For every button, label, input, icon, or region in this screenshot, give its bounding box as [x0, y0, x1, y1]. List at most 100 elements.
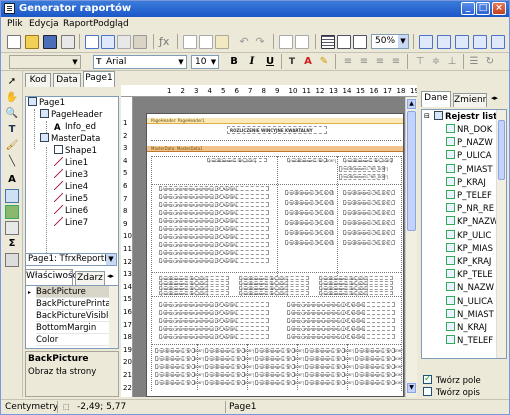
- report-field[interactable]: [frxDBDataset1."NR_DOK"]: [285, 210, 334, 215]
- page-header-band[interactable]: PageHeader: PageHeader1 ROZLICZENIE WINC…: [147, 118, 403, 148]
- report-line[interactable]: [151, 344, 401, 345]
- report-line[interactable]: [151, 184, 401, 185]
- align-left-icon[interactable]: [419, 35, 433, 49]
- text-align-left-icon[interactable]: ≡: [341, 55, 355, 69]
- report-field[interactable]: [frxDBDataset1."NR_DOK"]: [239, 281, 309, 286]
- tree-node[interactable]: Line7: [54, 217, 88, 229]
- tab-kod[interactable]: Kod: [25, 73, 51, 87]
- vertical-scrollbar[interactable]: ▲ ▼: [405, 97, 417, 397]
- report-field[interactable]: [frxDBDataset1."NR_DOK"]: [355, 372, 403, 377]
- tab-events[interactable]: Zdarz: [75, 271, 105, 285]
- report-line[interactable]: [277, 156, 278, 276]
- report-field[interactable]: [frxDBDataset1."NR_DOK"]: [239, 276, 309, 281]
- new-page-icon[interactable]: [85, 35, 99, 49]
- report-field[interactable]: [frxDBDataset1."NR_DOK"]: [305, 356, 354, 361]
- font-color-icon[interactable]: A: [301, 55, 315, 69]
- align-center-icon[interactable]: [437, 35, 451, 49]
- report-field[interactable]: [frxDBDataset1."NR_DOK"]: [319, 281, 393, 286]
- menu-edycja[interactable]: Edycja: [29, 19, 59, 29]
- style-select[interactable]: ▼: [9, 55, 81, 69]
- data-field[interactable]: KP_TELE: [446, 269, 493, 281]
- tree-node[interactable]: Shape1: [54, 145, 97, 157]
- report-field[interactable]: [frxDBDataset1."NR_DOK"]: [207, 158, 267, 163]
- report-field[interactable]: [Adresy wybranego podmiotu] [KP_NAZWA]: [287, 302, 395, 307]
- valign-middle-icon[interactable]: ≑: [429, 55, 443, 69]
- report-field[interactable]: [Adresy wybranego podmiotu] [KP_NAZWA]: [159, 226, 269, 231]
- report-field[interactable]: [frxDBDataset1."NR_DOK"]: [319, 286, 393, 291]
- text-align-center-icon[interactable]: ≡: [357, 55, 371, 69]
- zoom-tool-icon[interactable]: 🔍: [5, 107, 19, 121]
- report-field[interactable]: [frxDBDataset1."NR_DOK"]: [159, 286, 229, 291]
- tab-dane[interactable]: Dane: [421, 91, 451, 107]
- expand-icon[interactable]: ▸: [28, 289, 31, 296]
- tree-node[interactable]: Line5: [54, 193, 88, 205]
- group-icon[interactable]: [279, 35, 293, 49]
- report-field[interactable]: [frxDBDataset1."NR_DOK"]: [155, 372, 204, 377]
- font-settings-icon[interactable]: T: [285, 55, 299, 69]
- report-field[interactable]: [frxDBDataset1."NR_DOK"]: [205, 364, 254, 369]
- italic-button[interactable]: I: [245, 55, 259, 69]
- data-field[interactable]: KP_MIAS: [446, 242, 493, 255]
- fit-grid-icon[interactable]: [353, 35, 367, 49]
- report-field[interactable]: [frxDBDataset1."NR_DOK"]: [305, 348, 354, 353]
- report-field[interactable]: [frxDBDataset1."NR_DOK"]: [239, 286, 309, 291]
- tab-page1[interactable]: Page1: [83, 71, 115, 87]
- line-tool-icon[interactable]: ╲: [5, 155, 19, 169]
- tree-node[interactable]: A Info_ed: [54, 121, 96, 133]
- redo-icon[interactable]: ↷: [253, 35, 267, 49]
- property-row[interactable]: BackPicturePrintable: [36, 298, 110, 310]
- report-field[interactable]: [frxDBDataset1."NR_DOK"]: [355, 348, 403, 353]
- data-field[interactable]: KP_ULIC: [446, 229, 491, 242]
- report-field[interactable]: [frxDBDataset1."NR_DOK"]: [319, 276, 393, 281]
- report-field[interactable]: [Adresy wybranego podmiotu] [KP_NAZWA]: [159, 302, 269, 307]
- property-row[interactable]: BackPictureVisible: [36, 310, 110, 322]
- report-field[interactable]: [Adresy wybranego podmiotu] [KP_NAZWA]: [159, 318, 269, 323]
- tab-properties[interactable]: Właściwości: [25, 269, 80, 285]
- picture-tool-icon[interactable]: [5, 205, 19, 219]
- report-field[interactable]: [frxDBDataset1."NR_DOK"]: [205, 372, 254, 377]
- report-field[interactable]: [frxDBDataset1."NR_DOK"]: [285, 220, 334, 225]
- minimize-button[interactable]: _: [461, 2, 475, 15]
- report-field[interactable]: [frxDBDataset1."NR_DOK"]: [343, 240, 395, 245]
- paste-icon[interactable]: [215, 35, 229, 49]
- report-field[interactable]: [Adresy wybranego podmiotu] [KP_NAZWA]: [159, 186, 269, 191]
- report-line[interactable]: [151, 156, 152, 391]
- report-field[interactable]: [Adresy wybranego podmiotu] [KP_NAZWA]: [287, 310, 395, 315]
- property-row[interactable]: Color: [36, 334, 110, 346]
- tree-node[interactable]: MasterData: [40, 133, 100, 145]
- tab-zmienne[interactable]: Zmienne: [453, 93, 487, 107]
- format-painter-icon[interactable]: 🖌: [5, 139, 19, 153]
- font-select[interactable]: T Arial ▼: [93, 55, 187, 69]
- new-dialog-icon[interactable]: [101, 35, 115, 49]
- align-bottom-icon[interactable]: [491, 35, 505, 49]
- report-field[interactable]: [Adresy wybranego podmiotu] [KP_NAZWA]: [159, 258, 269, 263]
- report-field[interactable]: [frxDBDataset1."NR_DOK"]: [287, 158, 336, 163]
- report-field[interactable]: [Adresy wybranego podmiotu] [KP_NAZWA]: [159, 202, 269, 207]
- report-field[interactable]: [frxDBDataset1."NR_DOK"]: [305, 380, 354, 385]
- report-field[interactable]: [frxDBDataset1."NR_DOK"]: [343, 190, 395, 195]
- data-field[interactable]: P_NR_RE: [446, 203, 494, 215]
- report-field[interactable]: [frxDBDataset1."NR_DOK"]: [159, 281, 229, 286]
- report-field[interactable]: [Adresy wybranego podmiotu] [KP_NAZWA]: [159, 326, 269, 331]
- report-field[interactable]: [frxDBDataset1."NR_DOK"]: [355, 364, 403, 369]
- dataset-root[interactable]: Rejestr list: [434, 111, 497, 122]
- scroll-thumb[interactable]: [407, 111, 416, 231]
- data-scrollbar[interactable]: [496, 110, 506, 358]
- report-line[interactable]: [151, 296, 401, 297]
- report-field[interactable]: [Adresy wybranego podmiotu] [KP_NAZWA]: [159, 310, 269, 315]
- title-bar[interactable]: Generator raportów _ □ ×: [1, 1, 509, 17]
- tab-scroll-icon[interactable]: ◂▸: [491, 94, 498, 102]
- subreport-tool-icon[interactable]: [5, 221, 19, 235]
- report-field[interactable]: [frxDBDataset1."NR_DOK"]: [319, 291, 393, 296]
- report-field[interactable]: [Adresy wybranego podmiotu] [KP_NAZWA]: [159, 218, 269, 223]
- data-field[interactable]: N_KRAJ: [446, 322, 487, 334]
- report-field[interactable]: [frxDBDataset1."NR_DOK"]: [285, 230, 334, 235]
- data-field[interactable]: NR_DOK: [446, 124, 492, 136]
- report-field[interactable]: [Adresy wybranego podmiotu] [KP_NAZWA]: [159, 250, 269, 255]
- report-field[interactable]: [frxDBDataset1."NR_DOK"]: [343, 230, 395, 235]
- report-line[interactable]: [151, 156, 401, 157]
- memo-tool-icon[interactable]: A: [5, 173, 19, 187]
- more-tools-icon[interactable]: [5, 253, 19, 267]
- text-justify-icon[interactable]: ≡: [389, 55, 403, 69]
- report-field[interactable]: [frxDBDataset1."NR_DOK"]: [155, 356, 204, 361]
